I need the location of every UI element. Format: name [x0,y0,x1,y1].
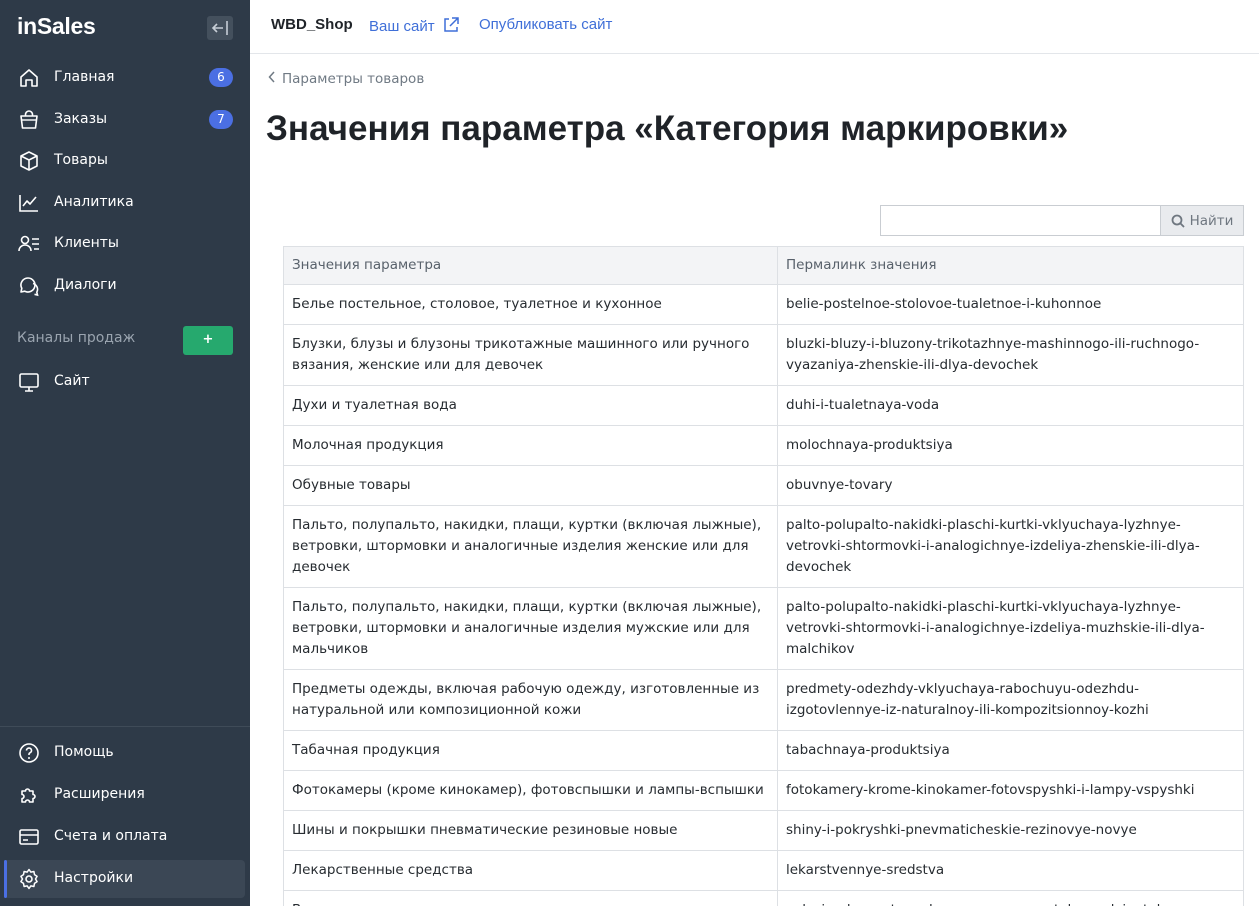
permalink-cell: shiny-i-pokryshki-pnevmaticheskie-rezino… [777,810,1244,851]
nav-label: Счета и оплата [54,828,168,844]
column-header-permalink[interactable]: Пермалинк значения [777,246,1244,285]
permalink-cell: velosipedy-s-ustanovlennym-vspomogatelny… [777,890,1244,906]
chevron-left-icon [268,71,276,87]
your-site-link[interactable]: Ваш сайт [369,16,460,35]
permalink-cell: lekarstvennye-sredstva [777,850,1244,891]
external-link-icon [444,17,459,32]
nav-label: Главная [54,69,115,85]
table-row[interactable]: Фотокамеры (кроме кинокамер), фотовспышк… [283,770,1244,811]
breadcrumb[interactable]: Параметры товаров [268,71,424,87]
nav-item-extensions[interactable]: Расширения [0,775,250,815]
value-cell[interactable]: Духи и туалетная вода [283,385,778,426]
table-row[interactable]: Молочная продукция molochnaya-produktsiy… [283,425,1244,466]
nav-item-help[interactable]: Помощь [0,733,250,773]
chart-line-icon [19,195,38,212]
value-cell[interactable]: Шины и покрышки пневматические резиновые… [283,810,778,851]
value-cell[interactable]: Табачная продукция [283,730,778,771]
box-icon [20,151,38,171]
search-button-label: Найти [1189,212,1234,229]
nav-item-products[interactable]: Товары [0,141,250,181]
nav-label: Аналитика [54,194,134,210]
table-row[interactable]: Духи и туалетная вода duhi-i-tualetnaya-… [283,385,1244,426]
value-cell[interactable]: Обувные товары [283,465,778,506]
users-list-icon [18,235,39,252]
permalink-cell: molochnaya-produktsiya [777,425,1244,466]
value-cell[interactable]: Белье постельное, столовое, туалетное и … [283,284,778,325]
your-site-label: Ваш сайт [369,18,435,35]
gear-icon [20,868,38,890]
permalink-cell: palto-polupalto-nakidki-plaschi-kurtki-v… [777,587,1244,670]
collapse-sidebar-button[interactable] [207,16,233,40]
chat-icon [20,277,39,297]
puzzle-icon [21,788,36,803]
table-row[interactable]: Обувные товары obuvnye-tovary [283,465,1244,506]
value-cell[interactable]: Молочная продукция [283,425,778,466]
insales-logo[interactable]: inSales [17,13,96,40]
value-cell[interactable]: Пальто, полупальто, накидки, плащи, курт… [283,587,778,670]
nav-item-home[interactable]: Главная 6 [0,58,250,98]
table-row[interactable]: Предметы одежды, включая рабочую одежду,… [283,669,1244,731]
nav-item-site[interactable]: Сайт [0,362,250,402]
breadcrumb-label: Параметры товаров [282,71,425,87]
nav-label: Заказы [54,111,108,127]
page-title: Значения параметра «Категория маркировки… [266,109,1069,148]
search-icon [1171,214,1185,228]
permalink-cell: tabachnaya-produktsiya [777,730,1244,771]
topbar: WBD_Shop Ваш сайт Опубликовать сайт [250,0,1259,54]
nav-item-orders[interactable]: Заказы 7 [0,100,250,140]
permalink-cell: bluzki-bluzy-i-bluzony-trikotazhnye-mash… [777,324,1244,386]
nav-label: Настройки [54,870,134,886]
table-row[interactable]: Шины и покрышки пневматические резиновые… [283,810,1244,851]
permalink-cell: predmety-odezhdy-vklyuchaya-rabochuyu-od… [777,669,1244,731]
sidebar-divider [0,726,250,727]
orders-count-badge: 7 [209,110,233,129]
table-row[interactable]: Табачная продукция tabachnaya-produktsiy… [283,730,1244,771]
nav-item-billing[interactable]: Счета и оплата [0,817,250,857]
sales-channels-label: Каналы продаж [17,330,136,346]
permalink-cell: palto-polupalto-nakidki-plaschi-kurtki-v… [777,505,1244,588]
orders-count-badge: 6 [209,68,233,87]
publish-site-link[interactable]: Опубликовать сайт [479,16,612,33]
nav-item-dialogs[interactable]: Диалоги [0,266,250,306]
nav-item-clients[interactable]: Клиенты [0,224,250,264]
permalink-cell: belie-postelnoe-stolovoe-tualetnoe-i-kuh… [777,284,1244,325]
search-input[interactable] [880,205,1161,236]
nav-label: Клиенты [54,235,119,251]
column-header-value[interactable]: Значения параметра [283,246,778,285]
nav-label: Диалоги [54,277,117,293]
values-table: Значения параметра Пермалинк значения Бе… [283,246,1244,906]
table-row[interactable]: Пальто, полупальто, накидки, плащи, курт… [283,587,1244,670]
permalink-cell: obuvnye-tovary [777,465,1244,506]
nav-label: Товары [54,152,108,168]
sidebar: inSales Главная 6 Заказы 7 Товары Аналит… [0,0,250,906]
nav-item-analytics[interactable]: Аналитика [0,183,250,223]
table-row[interactable]: Лекарственные средства lekarstvennye-sre… [283,850,1244,891]
nav-label: Помощь [54,744,114,760]
value-cell[interactable]: Пальто, полупальто, накидки, плащи, курт… [283,505,778,588]
nav-label: Расширения [54,786,145,802]
value-cell[interactable]: Велосипеды с установленным вспомогательн… [283,890,778,906]
shopping-bag-icon [20,110,38,129]
permalink-cell: duhi-i-tualetnaya-voda [777,385,1244,426]
table-row[interactable]: Пальто, полупальто, накидки, плащи, курт… [283,505,1244,588]
nav-label: Сайт [54,373,90,389]
value-cell[interactable]: Лекарственные средства [283,850,778,891]
help-icon [19,743,39,763]
table-row[interactable]: Велосипеды с установленным вспомогательн… [283,890,1244,906]
search-button[interactable]: Найти [1160,205,1244,236]
shop-name: WBD_Shop [271,16,353,33]
card-icon [19,829,39,845]
arrow-left-bar-icon [211,21,228,35]
value-cell[interactable]: Блузки, блузы и блузоны трикотажные маши… [283,324,778,386]
add-channel-button[interactable]: + [183,326,233,355]
permalink-cell: fotokamery-krome-kinokamer-fotovspyshki-… [777,770,1244,811]
value-cell[interactable]: Фотокамеры (кроме кинокамер), фотовспышк… [283,770,778,811]
value-cell[interactable]: Предметы одежды, включая рабочую одежду,… [283,669,778,731]
table-header-row: Значения параметра Пермалинк значения [283,246,1244,285]
home-icon [20,69,38,87]
nav-item-settings[interactable]: Настройки [0,859,250,899]
monitor-icon [19,373,39,392]
table-row[interactable]: Блузки, блузы и блузоны трикотажные маши… [283,324,1244,386]
table-row[interactable]: Белье постельное, столовое, туалетное и … [283,284,1244,325]
